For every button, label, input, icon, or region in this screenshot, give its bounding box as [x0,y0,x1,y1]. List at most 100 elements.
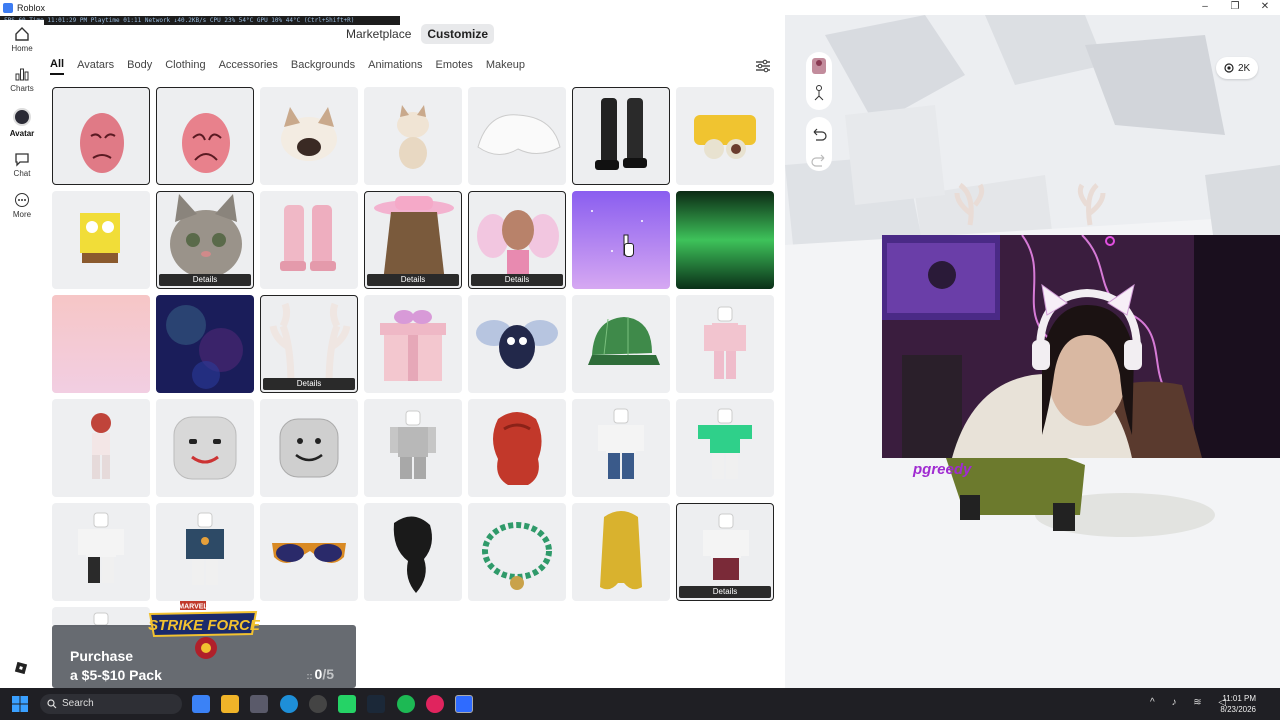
minimize-button[interactable]: – [1190,0,1220,15]
details-button[interactable]: Details [471,274,563,286]
item-tile-green-aurora-background[interactable] [676,191,774,289]
item-tile-pink-sky-background[interactable] [52,295,150,393]
item-tile-fairy-character[interactable]: Details [468,191,566,289]
category-tab-all[interactable]: All [50,58,65,75]
taskbar-search[interactable]: Search [40,694,182,714]
item-tile-green-plaid-cap[interactable] [572,295,670,393]
item-tile-patrick-head-2[interactable] [156,87,254,185]
taskbar-explorer-icon[interactable] [221,695,239,713]
tab-marketplace[interactable]: Marketplace [340,24,417,44]
item-tile-blue-outfit-partial[interactable] [52,607,150,627]
item-tile-blonde-hair[interactable] [572,503,670,601]
promo-logo-main: STRIKE FORCE [148,617,260,634]
taskbar-whatsapp-icon[interactable] [338,695,356,713]
pose-icon[interactable] [814,85,824,101]
taskbar-steam-icon[interactable] [367,695,385,713]
item-tile-classic-smile-head[interactable] [260,399,358,497]
item-tile-blue-jeans-outfit[interactable] [572,399,670,497]
item-tile-maroon-pants-outfit[interactable]: Details [676,503,774,601]
taskbar-roblox-icon[interactable] [455,695,473,713]
tab-customize[interactable]: Customize [421,24,495,44]
item-tile-antlers[interactable]: Details [260,295,358,393]
details-button[interactable]: Details [263,378,355,390]
taskbar-copilot-icon[interactable] [192,695,210,713]
taskbar-clock[interactable]: 11:01 PM 8/23/2026 [1220,693,1256,715]
robux-balance[interactable]: 2K [1216,57,1259,79]
item-thumbnail [482,522,552,590]
item-tile-french-bulldog-head[interactable] [260,87,358,185]
category-tab-backgrounds[interactable]: Backgrounds [291,59,355,74]
taskbar-obs-icon[interactable] [309,695,327,713]
item-thumbnail [588,317,660,365]
item-thumbnail [281,107,337,161]
item-tile-smile-face[interactable] [156,399,254,497]
item-thumbnail [393,516,432,593]
item-tile-pink-cowboy-hat-hair[interactable]: Details [364,191,462,289]
item-thumbnail [493,412,542,485]
item-tile-gift-box[interactable] [364,295,462,393]
nav-avatar[interactable]: Avatar [0,108,44,138]
chat-icon [15,153,29,167]
item-tile-red-curly-hair[interactable] [468,399,566,497]
item-thumbnail [704,306,746,379]
nav-chat[interactable]: Chat [0,151,44,178]
redo-icon[interactable] [811,154,825,167]
windows-start-icon[interactable] [12,696,28,712]
item-tile-spongebob[interactable] [52,191,150,289]
nav-charts[interactable]: Charts [0,66,44,93]
item-tile-pink-boots[interactable] [260,191,358,289]
item-thumbnail [173,416,237,480]
category-tab-body[interactable]: Body [127,59,152,74]
details-button[interactable]: Details [367,274,459,286]
details-button[interactable]: Details [679,586,771,598]
top-tabs: Marketplace Customize [340,24,495,44]
item-tile-green-shirt-outfit[interactable] [676,399,774,497]
item-tile-cat-head[interactable]: Details [156,191,254,289]
item-tile-dark-nebula-background[interactable] [156,295,254,393]
item-tile-bead-necklace[interactable] [468,503,566,601]
item-thumbnail [595,98,647,170]
category-tab-clothing[interactable]: Clothing [165,59,205,74]
item-tile-pink-body[interactable] [676,295,774,393]
taskbar-date: 8/23/2026 [1220,705,1256,714]
category-tab-accessories[interactable]: Accessories [219,59,278,74]
category-tab-makeup[interactable]: Makeup [486,59,525,74]
nav-home[interactable]: Home [0,26,44,53]
nav-charts-label: Charts [10,84,34,93]
item-thumbnail [91,413,111,479]
undo-icon[interactable] [813,128,827,141]
filter-icon[interactable] [755,59,771,73]
item-tile-black-boots[interactable] [572,87,670,185]
nav-more[interactable]: More [0,192,44,219]
item-thumbnail [182,113,230,173]
item-tile-navy-shirt-outfit[interactable] [156,503,254,601]
item-tile-gray-body[interactable] [364,399,462,497]
item-tile-orange-sunglasses[interactable] [260,503,358,601]
item-thumbnail [676,191,774,289]
close-button[interactable]: ✕ [1250,0,1280,15]
category-tab-emotes[interactable]: Emotes [436,59,473,74]
item-tile-bulldog-pet[interactable] [364,87,462,185]
item-tile-black-ponytail[interactable] [364,503,462,601]
charts-icon [15,68,29,81]
maximize-button[interactable]: ❐ [1220,0,1250,15]
item-tile-patrick-head-1[interactable] [52,87,150,185]
avatar-thumbnail-icon[interactable] [812,58,826,74]
home-icon [15,27,29,41]
category-tab-avatars[interactable]: Avatars [77,59,114,74]
item-tile-yellow-hat-eye[interactable] [676,87,774,185]
details-button[interactable]: Details [159,274,251,286]
taskbar-opera-icon[interactable] [426,695,444,713]
category-tab-animations[interactable]: Animations [368,59,422,74]
item-tile-black-pants-outfit[interactable] [52,503,150,601]
roblox-logo-icon[interactable] [14,661,28,675]
item-tile-purple-sparkle-background[interactable] [572,191,670,289]
more-icon [15,193,29,207]
taskbar-spotify-icon[interactable] [397,695,415,713]
item-tile-bug-pet[interactable] [468,295,566,393]
item-tile-red-hair-avatar[interactable] [52,399,150,497]
window-controls: – ❐ ✕ [1190,0,1280,15]
taskbar-edge-icon[interactable] [280,695,298,713]
taskbar-store-icon[interactable] [250,695,268,713]
item-tile-white-fur-shoulder[interactable] [468,87,566,185]
